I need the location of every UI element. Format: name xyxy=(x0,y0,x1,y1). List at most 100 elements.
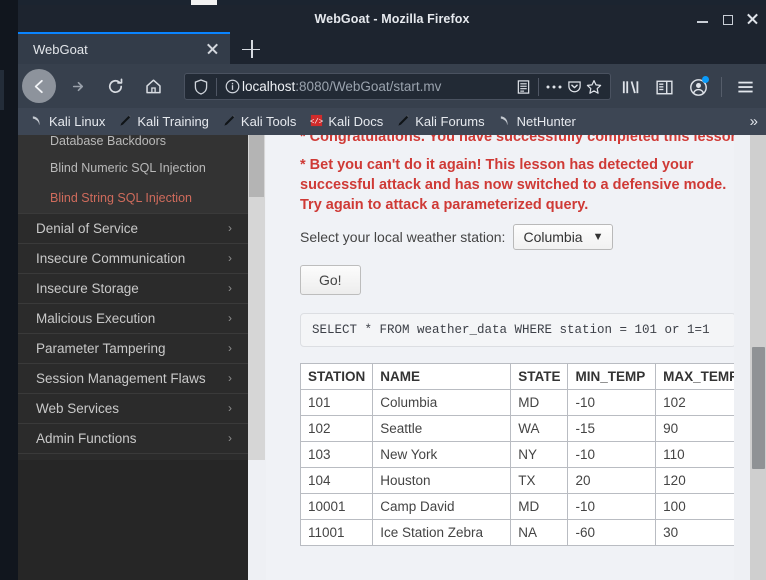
sidebar-item-admin-functions[interactable]: Admin Functions › xyxy=(18,423,248,453)
cell-min-temp: -10 xyxy=(567,389,657,416)
sidebar-background-filler xyxy=(18,460,248,580)
bookmark-nethunter[interactable]: NetHunter xyxy=(492,112,583,132)
cell-name: Houston xyxy=(372,467,512,494)
cell-min-temp: -10 xyxy=(567,441,657,468)
back-button[interactable] xyxy=(22,69,56,103)
cell-state: NA xyxy=(510,519,569,546)
window-controls xyxy=(697,5,758,32)
firefox-window: WebGoat - Mozilla Firefox WebGoat localh… xyxy=(18,5,766,580)
cell-min-temp: -60 xyxy=(567,519,657,546)
toolbar-divider xyxy=(721,77,722,97)
sidebar-item-label: Admin Functions xyxy=(36,431,137,446)
bookmark-kali-tools[interactable]: Kali Tools xyxy=(216,112,303,132)
sidebar-item-malicious-execution[interactable]: Malicious Execution › xyxy=(18,303,248,333)
cell-state: WA xyxy=(510,415,569,442)
sidebar-item-web-services[interactable]: Web Services › xyxy=(18,393,248,423)
account-notification-badge xyxy=(702,76,709,83)
sidebar-sub-label: Blind String SQL Injection xyxy=(50,191,192,205)
page-scrollbar-thumb[interactable] xyxy=(752,347,765,469)
cell-name: Seattle xyxy=(372,415,512,442)
tab-webgoat[interactable]: WebGoat xyxy=(18,32,230,64)
home-button[interactable] xyxy=(136,69,170,103)
kali-pen-icon xyxy=(119,114,132,130)
sidebar-item-insecure-storage[interactable]: Insecure Storage › xyxy=(18,273,248,303)
sidebar-item-database-backdoors[interactable]: Database Backdoors xyxy=(18,135,248,153)
bookmark-kali-docs[interactable]: </> Kali Docs xyxy=(303,112,390,132)
cell-station: 103 xyxy=(299,441,374,468)
lesson-message-line2: * Bet you can't do it again! This lesson… xyxy=(300,157,727,213)
desktop-backdrop: WebGoat - Mozilla Firefox WebGoat localh… xyxy=(0,0,766,580)
sidebar-item-label: Session Management Flaws xyxy=(36,371,206,386)
maximize-button[interactable] xyxy=(722,13,733,25)
bookmark-star-icon[interactable] xyxy=(584,79,604,95)
cell-state: MD xyxy=(510,493,569,520)
bookmark-label: Kali Training xyxy=(137,114,209,129)
url-divider xyxy=(216,77,217,96)
cell-min-temp: -10 xyxy=(567,493,657,520)
tab-close-icon[interactable] xyxy=(204,40,222,58)
kali-dragon-icon xyxy=(499,114,512,130)
column-header-station: STATION xyxy=(299,363,374,390)
cell-station: 104 xyxy=(299,467,374,494)
reload-icon xyxy=(108,78,122,93)
bookmark-kali-forums[interactable]: Kali Forums xyxy=(390,112,491,132)
bookmark-label: Kali Docs xyxy=(328,114,384,129)
title-bar: WebGoat - Mozilla Firefox xyxy=(18,5,766,32)
go-button[interactable]: Go! xyxy=(300,265,361,295)
sidebar-item-challenge[interactable]: Challenge › xyxy=(18,453,248,460)
close-button[interactable] xyxy=(747,13,758,24)
shield-icon[interactable] xyxy=(191,78,211,95)
toolbar-right-icons xyxy=(615,73,760,101)
window-title: WebGoat - Mozilla Firefox xyxy=(314,11,470,26)
bookmark-kali-linux[interactable]: Kali Linux xyxy=(24,112,112,132)
weather-station-select[interactable]: Columbia ▼ xyxy=(513,224,614,250)
table-row: 101 Columbia MD -10 102 xyxy=(299,389,748,416)
new-tab-button[interactable] xyxy=(240,37,264,61)
cell-min-temp: 20 xyxy=(567,467,657,494)
sidebar-item-insecure-communication[interactable]: Insecure Communication › xyxy=(18,243,248,273)
account-icon[interactable] xyxy=(683,73,713,101)
table-header-row: STATION NAME STATE MIN_TEMP MAX_TEMP xyxy=(299,363,748,390)
sidebar-item-label: Insecure Communication xyxy=(36,251,186,266)
tab-strip: WebGoat xyxy=(18,32,766,64)
bookmarks-overflow-icon[interactable]: » xyxy=(750,113,758,130)
sidebar-item-blind-string-sql-injection[interactable]: Blind String SQL Injection xyxy=(18,183,248,213)
chevron-right-icon: › xyxy=(228,341,232,355)
hamburger-menu-icon[interactable] xyxy=(730,73,760,101)
table-row: 11001 Ice Station Zebra NA -60 30 xyxy=(299,519,748,546)
bookmark-kali-training[interactable]: Kali Training xyxy=(112,112,216,132)
pocket-icon[interactable] xyxy=(564,79,584,94)
cell-name: New York xyxy=(372,441,512,468)
sidebar-item-session-management-flaws[interactable]: Session Management Flaws › xyxy=(18,363,248,393)
sidebar-item-blind-numeric-sql-injection[interactable]: Blind Numeric SQL Injection xyxy=(18,153,248,183)
forward-button[interactable] xyxy=(60,69,94,103)
page-info-icon[interactable] xyxy=(222,79,242,94)
sidebar-item-parameter-tampering[interactable]: Parameter Tampering › xyxy=(18,333,248,363)
sql-query-display: SELECT * FROM weather_data WHERE station… xyxy=(300,313,736,347)
svg-text:</>: </> xyxy=(310,118,323,126)
sidebar-icon[interactable] xyxy=(649,73,679,101)
cell-station: 102 xyxy=(299,415,374,442)
tab-label: WebGoat xyxy=(33,41,88,57)
page-right-gutter xyxy=(734,135,750,580)
page-actions-icon[interactable] xyxy=(544,84,564,90)
cell-station: 10001 xyxy=(299,493,374,520)
url-path: :8080/WebGoat/start.mv xyxy=(295,79,442,94)
sidebar-item-label: Denial of Service xyxy=(36,221,139,236)
table-row: 102 Seattle WA -15 90 xyxy=(299,415,748,442)
sidebar-scrollbar-thumb[interactable] xyxy=(249,135,264,197)
forward-arrow-icon xyxy=(72,81,83,91)
minimize-button[interactable] xyxy=(697,13,708,24)
kali-docs-icon: </> xyxy=(310,114,324,130)
url-divider-2 xyxy=(538,77,539,96)
chevron-right-icon: › xyxy=(228,311,232,325)
library-icon[interactable] xyxy=(615,73,645,101)
background-window-sliver xyxy=(0,70,4,110)
url-bar[interactable]: localhost:8080/WebGoat/start.mv xyxy=(184,73,611,100)
chevron-right-icon: › xyxy=(228,431,232,445)
sidebar-item-denial-of-service[interactable]: Denial of Service › xyxy=(18,213,248,243)
chevron-right-icon: › xyxy=(228,281,232,295)
reload-button[interactable] xyxy=(98,69,132,103)
cell-name: Camp David xyxy=(372,493,512,520)
reader-view-icon[interactable] xyxy=(513,79,533,95)
